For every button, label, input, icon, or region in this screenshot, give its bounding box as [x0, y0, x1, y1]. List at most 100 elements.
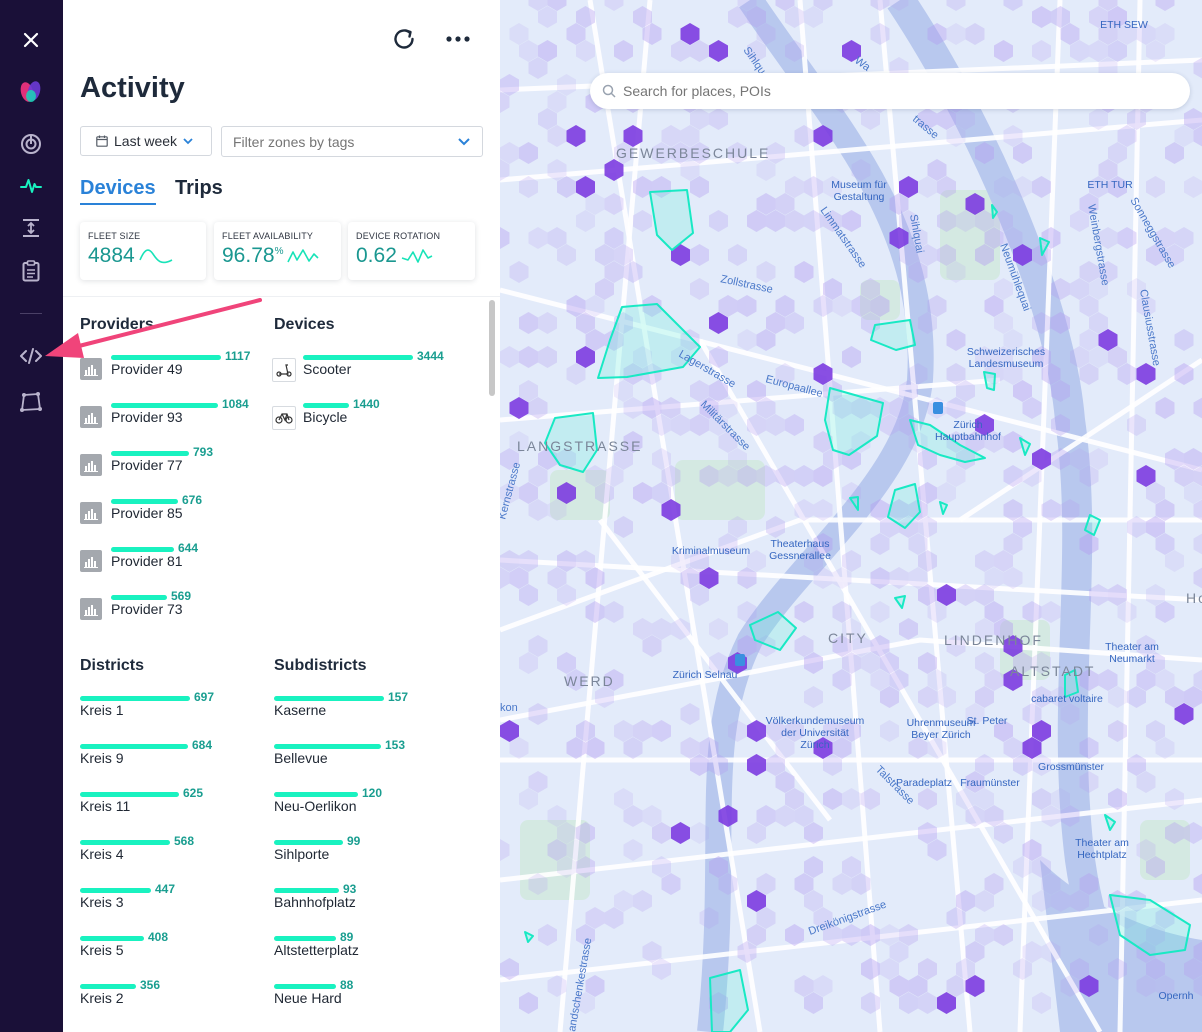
- heat-cell: [794, 601, 814, 623]
- map-search-input[interactable]: [590, 73, 1190, 109]
- heat-cell: [1003, 431, 1023, 453]
- zone-polygon: [824, 387, 884, 456]
- list-item[interactable]: 625 Kreis 11: [80, 786, 260, 827]
- item-value: 99: [347, 834, 361, 848]
- value-bar: [80, 936, 144, 941]
- heat-cell: [538, 312, 557, 334]
- date-range-dropdown[interactable]: Last week: [80, 126, 212, 156]
- close-button[interactable]: [16, 25, 46, 55]
- poi-label: ETH SEW: [1100, 19, 1148, 31]
- list-item[interactable]: 644 Provider 81: [80, 541, 260, 582]
- nav-activity[interactable]: [16, 171, 46, 201]
- provider-logo-icon: [80, 598, 102, 620]
- heat-cell: [690, 244, 709, 266]
- list-item[interactable]: 3444 Scooter: [272, 349, 452, 390]
- heat-cell: [728, 244, 747, 266]
- list-item[interactable]: 1117 Provider 49: [80, 349, 260, 390]
- list-item[interactable]: 676 Provider 85: [80, 493, 260, 534]
- nav-reports[interactable]: [16, 256, 46, 286]
- value-bar: [274, 696, 384, 701]
- chevron-down-icon[interactable]: [456, 135, 472, 149]
- tag-filter-input[interactable]: [221, 126, 483, 157]
- provider-logo-icon: [80, 550, 102, 572]
- district-label: Ho: [1186, 590, 1202, 606]
- tab-trips[interactable]: Trips: [175, 177, 223, 200]
- heat-cell: [918, 788, 937, 810]
- zone-polygon: [939, 501, 948, 515]
- poi-label: St. Peter: [967, 715, 1008, 727]
- list-item[interactable]: 1440 Bicycle: [272, 397, 452, 438]
- list-item[interactable]: 569 Provider 73: [80, 589, 260, 630]
- item-value: 356: [140, 978, 161, 992]
- item-value: 684: [192, 738, 213, 752]
- street-label: Clausiusstrasse: [1137, 288, 1162, 367]
- heat-cell: [870, 23, 890, 45]
- devices-title: Devices: [274, 316, 335, 333]
- map-canvas[interactable]: GEWERBESCHULE LANGSTRASSE CITY LINDENHOF ALT…: [500, 0, 1202, 1032]
- provider-logo-icon: [80, 454, 102, 476]
- tab-devices[interactable]: Devices: [80, 177, 156, 205]
- brand-logo[interactable]: [16, 76, 46, 106]
- list-item[interactable]: 408 Kreis 5: [80, 930, 260, 971]
- kpi-value: 4884: [88, 244, 135, 267]
- value-bar: [274, 984, 336, 989]
- sparkline-icon: [138, 249, 173, 264]
- heat-cell: [1041, 601, 1061, 623]
- list-item[interactable]: 88 Neue Hard: [274, 978, 454, 1019]
- refresh-button[interactable]: [389, 24, 419, 54]
- heat-cell: [880, 720, 899, 742]
- district-label: GEWERBESCHULE: [616, 145, 770, 161]
- poi-label: Uhrenmuseum Beyer Zürich: [907, 717, 976, 741]
- heat-cell: [1089, 584, 1108, 606]
- list-item[interactable]: 93 Bahnhofplatz: [274, 882, 454, 923]
- value-bar: [274, 792, 358, 797]
- list-item[interactable]: 684 Kreis 9: [80, 738, 260, 779]
- list-item[interactable]: 153 Bellevue: [274, 738, 454, 779]
- heat-cell: [633, 210, 652, 232]
- item-label: Provider 93: [111, 409, 183, 425]
- heat-cell: [965, 23, 985, 45]
- nav-distribution[interactable]: [16, 213, 46, 243]
- more-button[interactable]: [443, 24, 473, 54]
- heat-cell: [519, 312, 538, 334]
- list-item[interactable]: 99 Sihlporte: [274, 834, 454, 875]
- heat-cell: [889, 567, 909, 589]
- list-item[interactable]: 356 Kreis 2: [80, 978, 260, 1019]
- scrollbar-track[interactable]: [488, 298, 496, 1032]
- value-bar: [111, 403, 218, 408]
- list-item[interactable]: 447 Kreis 3: [80, 882, 260, 923]
- poi-label: cabaret voltaire: [1031, 693, 1103, 705]
- poi-label: Theaterhaus Gessnerallee: [769, 538, 831, 562]
- heat-cell: [538, 924, 557, 946]
- heat-cell: [766, 516, 785, 538]
- heat-cell: [870, 0, 890, 11]
- vertical-expand-icon: [23, 219, 39, 237]
- heat-cell: [804, 176, 823, 198]
- nav-developer[interactable]: [16, 341, 46, 371]
- scrollbar-thumb[interactable]: [489, 300, 495, 396]
- nav-overview[interactable]: [16, 129, 46, 159]
- list-item[interactable]: 89 Altstetterplatz: [274, 930, 454, 971]
- list-item[interactable]: 120 Neu-Oerlikon: [274, 786, 454, 827]
- heat-cell: [870, 567, 890, 589]
- value-bar: [303, 403, 349, 408]
- close-icon: [23, 32, 39, 48]
- zone-polygon: [894, 595, 906, 609]
- heat-cell: [566, 125, 586, 147]
- list-item[interactable]: 568 Kreis 4: [80, 834, 260, 875]
- item-label: Scooter: [303, 361, 352, 377]
- nav-zones[interactable]: [16, 387, 46, 417]
- heat-cell: [633, 890, 652, 912]
- heat-cell: [756, 261, 776, 283]
- zone-polygon: [524, 931, 534, 943]
- list-item[interactable]: 157 Kaserne: [274, 690, 454, 731]
- sparkline-icon: [401, 249, 433, 263]
- heat-cell: [794, 465, 814, 487]
- kpi-fleet-availability: FLEET AVAILABILITY 96.78%: [214, 222, 341, 280]
- list-item[interactable]: 793 Provider 77: [80, 445, 260, 486]
- list-item[interactable]: 697 Kreis 1: [80, 690, 260, 731]
- list-item[interactable]: 1084 Provider 93: [80, 397, 260, 438]
- heat-cell: [899, 618, 918, 640]
- value-bar: [80, 888, 151, 893]
- provider-logo-icon: [80, 502, 102, 524]
